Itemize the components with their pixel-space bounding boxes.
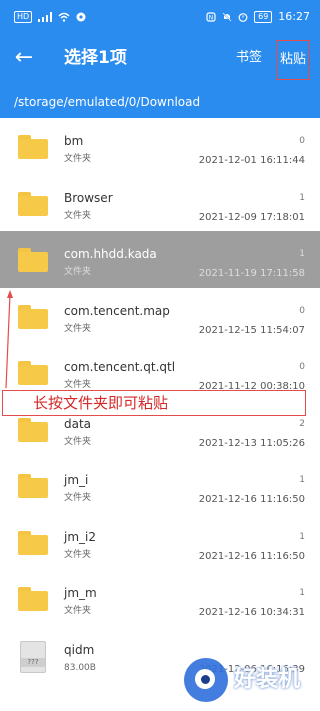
clock: 16:27 (278, 10, 310, 23)
wifi-icon (58, 12, 70, 22)
file-type: 文件夹 (64, 267, 92, 277)
item-count: 1 (299, 249, 305, 259)
file-name: bm (64, 134, 84, 148)
modified-date: 2021-12-16 10:34:31 (198, 607, 305, 618)
page-title: 选择1项 (64, 48, 127, 68)
file-row[interactable]: jm_m 文件夹 1 2021-12-16 10:34:31 (0, 570, 320, 627)
paste-button[interactable]: 粘贴 (276, 40, 310, 80)
item-count: 1 (299, 475, 305, 485)
file-row[interactable]: com.tencent.map 文件夹 0 2021-12-15 11:54:07 (0, 287, 320, 344)
watermark-eye-pupil (201, 675, 210, 684)
file-row[interactable]: bm 文件夹 0 2021-12-01 16:11:44 (0, 118, 320, 175)
svg-text:N: N (209, 14, 214, 21)
modified-date: 2021-12-13 11:05:26 (198, 437, 305, 449)
folder-icon (18, 304, 48, 329)
current-path: /storage/emulated/0/Download (14, 95, 201, 109)
modified-date: 2021-12-15 11:54:07 (198, 324, 305, 336)
folder-icon (18, 361, 48, 385)
status-bar: HD N 69 16:27 (0, 0, 320, 36)
file-type: 文件夹 (64, 154, 92, 164)
item-count: 1 (299, 531, 305, 542)
file-type: 文件夹 (64, 323, 92, 334)
file-row[interactable]: jm_i2 文件夹 1 2021-12-16 11:16:50 (0, 513, 320, 570)
modified-date: 2021-12-09 17:18:01 (198, 211, 305, 223)
watermark-logo: 好装机 (182, 658, 318, 708)
folder-icon (18, 474, 48, 498)
mute-icon (222, 12, 232, 21)
bookmark-button[interactable]: 书签 (236, 50, 262, 66)
file-name: com.hhdd.kada (64, 247, 157, 261)
back-arrow-icon[interactable]: ← (12, 44, 36, 72)
file-name: jm_i2 (64, 529, 96, 544)
nfc-icon: N (206, 11, 216, 22)
folder-icon (18, 191, 48, 216)
alarm-icon (238, 12, 248, 22)
modified-date: 2021-12-01 16:11:44 (198, 155, 305, 166)
modified-date: 2021-12-16 11:16:50 (198, 494, 305, 505)
file-type: 文件夹 (64, 210, 92, 221)
file-name: com.tencent.map (64, 303, 170, 318)
folder-icon (18, 135, 48, 159)
item-count: 1 (299, 192, 305, 203)
file-row[interactable]: jm_i 文件夹 1 2021-12-16 11:16:50 (0, 457, 320, 514)
modified-date: 2021-12-16 11:16:50 (198, 550, 305, 562)
modified-date: 2021-11-19 17:11:58 (198, 268, 305, 279)
item-count: 0 (299, 305, 305, 316)
folder-icon (18, 248, 48, 272)
file-type: 文件夹 (64, 549, 92, 560)
folder-icon (18, 417, 48, 442)
annotation-text: 长按文件夹即可粘贴 (33, 394, 169, 412)
watermark-text: 好装机 (234, 667, 301, 692)
file-type-label: ??? (21, 657, 45, 667)
app-bar: ← 选择1项 书签 粘贴 (0, 36, 320, 82)
folder-icon (18, 587, 48, 611)
folder-icon (18, 530, 48, 555)
item-count: 0 (299, 362, 305, 372)
file-type: 文件夹 (64, 606, 92, 616)
file-type: 文件夹 (64, 436, 92, 447)
path-breadcrumb[interactable]: /storage/emulated/0/Download (0, 82, 320, 118)
battery-indicator: 69 (254, 10, 273, 23)
file-row[interactable]: Browser 文件夹 1 2021-12-09 17:18:01 (0, 174, 320, 231)
item-count: 2 (299, 418, 305, 429)
file-name: jm_m (64, 586, 97, 600)
annotation-callout: 长按文件夹即可粘贴 (2, 390, 306, 416)
signal-icon (38, 12, 53, 22)
file-name: Browser (64, 190, 113, 205)
unknown-file-icon: ??? (20, 640, 46, 673)
file-name: qidm (64, 642, 95, 657)
item-count: 1 (299, 588, 305, 598)
file-type: 文件夹 (64, 493, 92, 503)
file-name: jm_i (64, 473, 89, 487)
file-name: data (64, 416, 92, 431)
hd-indicator: HD (14, 11, 33, 23)
file-type: 83.00B (64, 662, 96, 673)
file-row[interactable]: com.hhdd.kada 文件夹 1 2021-11-19 17:11:58 (0, 231, 320, 288)
app-notification-icon (76, 12, 86, 22)
file-name: com.tencent.qt.qtl (64, 360, 176, 374)
item-count: 0 (299, 136, 305, 146)
annotation-arrow (5, 290, 13, 389)
